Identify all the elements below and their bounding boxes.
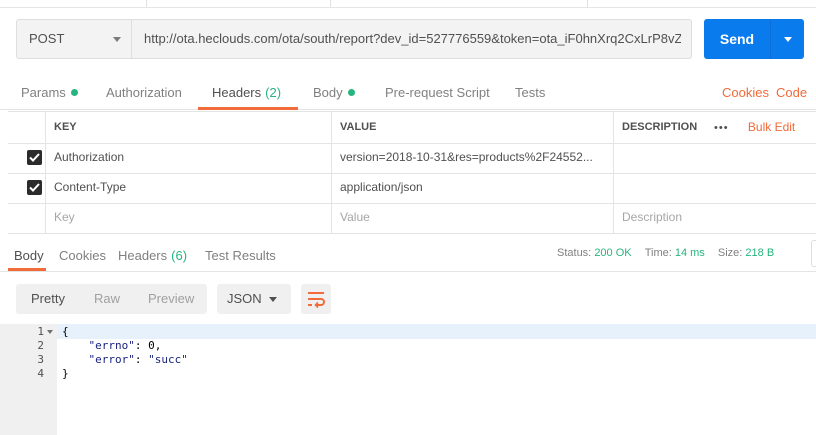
json-value: 0	[148, 339, 155, 352]
table-header-row: KEY VALUE DESCRIPTION ••• Bulk Edit	[8, 112, 816, 144]
header-value-cell[interactable]: version=2018-10-31&res=products%2F24552.…	[331, 143, 613, 173]
status-dot-icon	[347, 89, 355, 96]
code-line: {	[62, 325, 69, 338]
response-meta: Status: 200 OK Time: 14 ms Size: 218 B	[557, 240, 774, 267]
tab-label: Headers	[212, 85, 262, 100]
wrap-lines-button[interactable]	[301, 284, 331, 314]
save-response-button-edge[interactable]	[811, 240, 816, 267]
tab-separator	[587, 0, 588, 7]
checkmark-icon	[29, 183, 40, 192]
bulk-edit-button[interactable]: Bulk Edit	[748, 120, 795, 134]
key-placeholder[interactable]: Key	[45, 203, 331, 233]
tab-label: Tests	[515, 85, 546, 100]
request-tabs: Params Authorization Headers (2) Body Pre…	[0, 77, 816, 110]
line-number-gutter: 1 2 3 4	[0, 324, 57, 435]
tab-body[interactable]: Body	[313, 77, 355, 109]
json-separator: :	[134, 339, 149, 352]
more-options-icon[interactable]: •••	[714, 122, 729, 134]
send-divider	[770, 19, 771, 59]
active-tab-indicator	[8, 268, 46, 271]
headers-table: KEY VALUE DESCRIPTION ••• Bulk Edit Auth…	[8, 111, 816, 234]
json-value: "succ"	[148, 353, 188, 366]
code-line: "error": "succ"	[62, 353, 188, 367]
tab-count: (6)	[171, 248, 188, 263]
response-tab-headers[interactable]: Headers (6)	[118, 240, 187, 271]
table-row: Authorization version=2018-10-31&res=pro…	[8, 143, 816, 174]
tab-pre-request-script[interactable]: Pre-request Script	[385, 77, 490, 109]
send-button[interactable]: Send	[704, 19, 804, 59]
header-value-cell[interactable]: application/json	[331, 173, 613, 203]
table-row-new: Key Value Description	[8, 203, 816, 234]
format-pretty-button[interactable]: Pretty	[31, 284, 65, 314]
time-label: Time:	[644, 247, 672, 259]
response-tabs: Body Cookies Headers (6) Test Results Sta…	[0, 240, 816, 272]
header-key-cell[interactable]: Authorization	[45, 143, 331, 173]
active-tab-indicator	[198, 107, 298, 110]
tab-headers[interactable]: Headers (2)	[212, 77, 281, 109]
column-header-value: VALUE	[331, 112, 613, 143]
tab-label: Headers	[118, 248, 168, 263]
row-checkbox[interactable]	[27, 150, 42, 165]
status-label: Status:	[557, 247, 592, 259]
chevron-down-icon[interactable]	[784, 37, 792, 42]
description-placeholder[interactable]: Description	[613, 203, 816, 233]
line-number: 2	[37, 339, 44, 352]
row-checkbox[interactable]	[27, 180, 42, 195]
language-select[interactable]: JSON	[217, 284, 291, 314]
format-preview-button[interactable]: Preview	[148, 284, 194, 314]
format-selector: Pretty Raw Preview	[16, 284, 207, 314]
response-tab-body[interactable]: Body	[14, 240, 44, 271]
header-actions: ••• Bulk Edit	[706, 112, 816, 143]
line-number: 4	[37, 367, 44, 380]
size-label: Size:	[717, 247, 743, 259]
tab-label: Body	[313, 85, 343, 100]
format-raw-button[interactable]: Raw	[94, 284, 120, 314]
response-tab-cookies[interactable]: Cookies	[59, 240, 106, 271]
table-row: Content-Type application/json	[8, 173, 816, 204]
json-separator: :	[134, 353, 149, 366]
value-placeholder[interactable]: Value	[331, 203, 613, 233]
tab-label: Pre-request Script	[385, 85, 490, 100]
top-edge	[0, 0, 816, 8]
fold-toggle-icon[interactable]	[47, 330, 53, 334]
tab-label: Params	[21, 85, 66, 100]
status-dot-icon	[70, 89, 78, 96]
method-select[interactable]: POST	[16, 19, 132, 59]
json-key: "errno"	[88, 339, 135, 352]
language-value: JSON	[227, 291, 262, 306]
active-line-highlight	[57, 324, 816, 339]
tab-authorization[interactable]: Authorization	[106, 77, 182, 109]
json-key: "error"	[88, 353, 135, 366]
code-line: }	[62, 367, 69, 380]
method-value: POST	[29, 31, 65, 46]
send-label: Send	[719, 31, 755, 47]
response-tab-test-results[interactable]: Test Results	[205, 240, 276, 271]
checkmark-icon	[29, 153, 40, 162]
column-header-key: KEY	[45, 112, 331, 143]
header-description-cell[interactable]	[613, 143, 816, 173]
tab-tests[interactable]: Tests	[515, 77, 545, 109]
tab-separator	[146, 0, 147, 7]
header-key-cell[interactable]: Content-Type	[45, 173, 331, 203]
line-number: 1	[37, 325, 44, 338]
chevron-down-icon	[269, 297, 277, 302]
code-link[interactable]: Code	[776, 77, 807, 109]
header-description-cell[interactable]	[613, 173, 816, 203]
tab-params[interactable]: Params	[21, 77, 78, 109]
time-value[interactable]: 14 ms	[675, 247, 705, 259]
tab-label: Authorization	[106, 85, 182, 100]
tab-count: (2)	[265, 85, 282, 100]
tab-separator	[330, 0, 331, 7]
chevron-down-icon	[113, 37, 121, 42]
line-number: 3	[37, 353, 44, 366]
column-header-description: DESCRIPTION	[613, 112, 706, 143]
cookies-link[interactable]: Cookies	[722, 77, 769, 109]
url-input[interactable]: http://ota.heclouds.com/ota/south/report…	[132, 19, 692, 59]
code-line: "errno": 0,	[62, 339, 162, 353]
url-value: http://ota.heclouds.com/ota/south/report…	[144, 31, 681, 46]
size-value[interactable]: 218 B	[745, 247, 774, 259]
json-trail: ,	[154, 339, 162, 352]
wrap-lines-icon	[308, 292, 325, 309]
status-value[interactable]: 200 OK	[594, 247, 631, 259]
